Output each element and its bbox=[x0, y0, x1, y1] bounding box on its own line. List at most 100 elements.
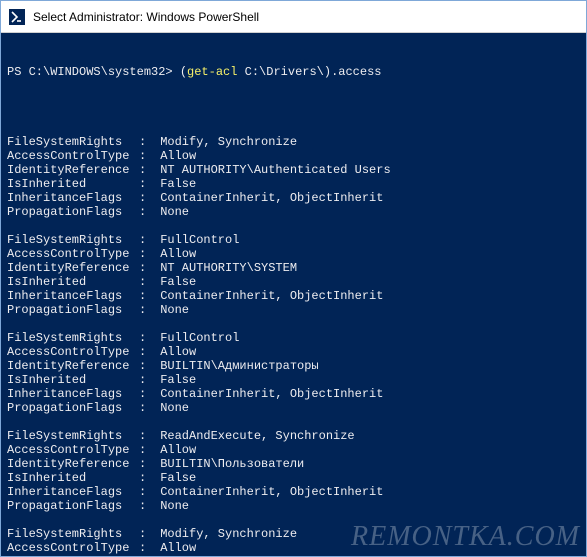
field-label: AccessControlType bbox=[7, 443, 139, 457]
colon: : bbox=[139, 289, 153, 303]
field-label: IdentityReference bbox=[7, 457, 139, 471]
field-label: IsInherited bbox=[7, 373, 139, 387]
powershell-window: Select Administrator: Windows PowerShell… bbox=[0, 0, 587, 557]
field-value: False bbox=[153, 471, 196, 485]
output-row: FileSystemRights: ReadAndExecute, Synchr… bbox=[7, 429, 580, 443]
output-row: AccessControlType: Allow bbox=[7, 247, 580, 261]
acl-entry: FileSystemRights: FullControlAccessContr… bbox=[7, 233, 580, 317]
colon: : bbox=[139, 485, 153, 499]
output-row: InheritanceFlags: ContainerInherit, Obje… bbox=[7, 387, 580, 401]
colon: : bbox=[139, 233, 153, 247]
cmd-arg: C:\Drivers\ bbox=[237, 65, 323, 79]
colon: : bbox=[139, 275, 153, 289]
field-label: PropagationFlags bbox=[7, 205, 139, 219]
output-row: IsInherited: False bbox=[7, 177, 580, 191]
colon: : bbox=[139, 135, 153, 149]
field-label: IdentityReference bbox=[7, 163, 139, 177]
output-row: FileSystemRights: Modify, Synchronize bbox=[7, 527, 580, 541]
output-row: FileSystemRights: FullControl bbox=[7, 331, 580, 345]
field-label: PropagationFlags bbox=[7, 303, 139, 317]
colon: : bbox=[139, 541, 153, 555]
field-label: FileSystemRights bbox=[7, 527, 139, 541]
field-value: Modify, Synchronize bbox=[153, 527, 297, 541]
output-row: AccessControlType: Allow bbox=[7, 443, 580, 457]
field-value: None bbox=[153, 303, 189, 317]
field-label: FileSystemRights bbox=[7, 233, 139, 247]
window-title: Select Administrator: Windows PowerShell bbox=[33, 10, 259, 24]
colon: : bbox=[139, 429, 153, 443]
field-label: AccessControlType bbox=[7, 345, 139, 359]
output-row: InheritanceFlags: ContainerInherit, Obje… bbox=[7, 191, 580, 205]
field-value: DESKTOP-JOPF9\root bbox=[153, 555, 290, 556]
field-value: None bbox=[153, 401, 189, 415]
field-value: BUILTIN\Пользователи bbox=[153, 457, 304, 471]
field-value: ContainerInherit, ObjectInherit bbox=[153, 485, 383, 499]
field-value: None bbox=[153, 205, 189, 219]
field-value: ContainerInherit, ObjectInherit bbox=[153, 191, 383, 205]
field-value: ReadAndExecute, Synchronize bbox=[153, 429, 355, 443]
output-row: IsInherited: False bbox=[7, 373, 580, 387]
field-label: FileSystemRights bbox=[7, 331, 139, 345]
output-entries: FileSystemRights: Modify, SynchronizeAcc… bbox=[7, 135, 580, 556]
field-label: AccessControlType bbox=[7, 149, 139, 163]
cmdlet: get-acl bbox=[187, 65, 237, 79]
colon: : bbox=[139, 261, 153, 275]
output-row: PropagationFlags: None bbox=[7, 205, 580, 219]
output-row: IdentityReference: BUILTIN\Пользователи bbox=[7, 457, 580, 471]
colon: : bbox=[139, 373, 153, 387]
output-row: InheritanceFlags: ContainerInherit, Obje… bbox=[7, 485, 580, 499]
titlebar[interactable]: Select Administrator: Windows PowerShell bbox=[1, 1, 586, 33]
field-label: IsInherited bbox=[7, 275, 139, 289]
output-row: AccessControlType: Allow bbox=[7, 149, 580, 163]
output-row: InheritanceFlags: ContainerInherit, Obje… bbox=[7, 289, 580, 303]
powershell-icon bbox=[9, 9, 25, 25]
field-value: BUILTIN\Администраторы bbox=[153, 359, 319, 373]
output-row: IdentityReference: NT AUTHORITY\SYSTEM bbox=[7, 261, 580, 275]
field-value: NT AUTHORITY\Authenticated Users bbox=[153, 163, 391, 177]
field-label: IdentityReference bbox=[7, 261, 139, 275]
field-label: AccessControlType bbox=[7, 247, 139, 261]
field-label: InheritanceFlags bbox=[7, 191, 139, 205]
cmd-suffix: .access bbox=[331, 65, 381, 79]
colon: : bbox=[139, 457, 153, 471]
colon: : bbox=[139, 359, 153, 373]
acl-entry: FileSystemRights: ReadAndExecute, Synchr… bbox=[7, 429, 580, 513]
field-value: False bbox=[153, 275, 196, 289]
field-label: IdentityReference bbox=[7, 555, 139, 556]
terminal-area[interactable]: PS C:\WINDOWS\system32> (get-acl C:\Driv… bbox=[1, 33, 586, 556]
paren-close: ) bbox=[324, 65, 331, 79]
field-label: IsInherited bbox=[7, 471, 139, 485]
field-value: Allow bbox=[153, 149, 196, 163]
output-row: FileSystemRights: Modify, Synchronize bbox=[7, 135, 580, 149]
output-row: PropagationFlags: None bbox=[7, 401, 580, 415]
field-label: InheritanceFlags bbox=[7, 387, 139, 401]
output-row: IdentityReference: DESKTOP-JOPF9\root bbox=[7, 555, 580, 556]
output-row: PropagationFlags: None bbox=[7, 499, 580, 513]
field-value: Allow bbox=[153, 247, 196, 261]
field-value: ContainerInherit, ObjectInherit bbox=[153, 387, 383, 401]
output-row: IsInherited: False bbox=[7, 471, 580, 485]
field-label: FileSystemRights bbox=[7, 429, 139, 443]
colon: : bbox=[139, 303, 153, 317]
colon: : bbox=[139, 247, 153, 261]
paren-open: ( bbox=[180, 65, 187, 79]
field-value: Allow bbox=[153, 443, 196, 457]
field-value: FullControl bbox=[153, 233, 239, 247]
output-row: IdentityReference: NT AUTHORITY\Authenti… bbox=[7, 163, 580, 177]
prompt-line: PS C:\WINDOWS\system32> (get-acl C:\Driv… bbox=[7, 65, 580, 79]
colon: : bbox=[139, 163, 153, 177]
colon: : bbox=[139, 471, 153, 485]
prompt-path: PS C:\WINDOWS\system32> bbox=[7, 65, 180, 79]
colon: : bbox=[139, 345, 153, 359]
field-label: InheritanceFlags bbox=[7, 289, 139, 303]
acl-entry: FileSystemRights: FullControlAccessContr… bbox=[7, 331, 580, 415]
field-value: False bbox=[153, 177, 196, 191]
output-row: IdentityReference: BUILTIN\Администратор… bbox=[7, 359, 580, 373]
acl-entry: FileSystemRights: Modify, SynchronizeAcc… bbox=[7, 135, 580, 219]
colon: : bbox=[139, 555, 153, 556]
colon: : bbox=[139, 401, 153, 415]
field-value: ContainerInherit, ObjectInherit bbox=[153, 289, 383, 303]
field-label: AccessControlType bbox=[7, 541, 139, 555]
field-label: PropagationFlags bbox=[7, 499, 139, 513]
acl-entry: FileSystemRights: Modify, SynchronizeAcc… bbox=[7, 527, 580, 556]
